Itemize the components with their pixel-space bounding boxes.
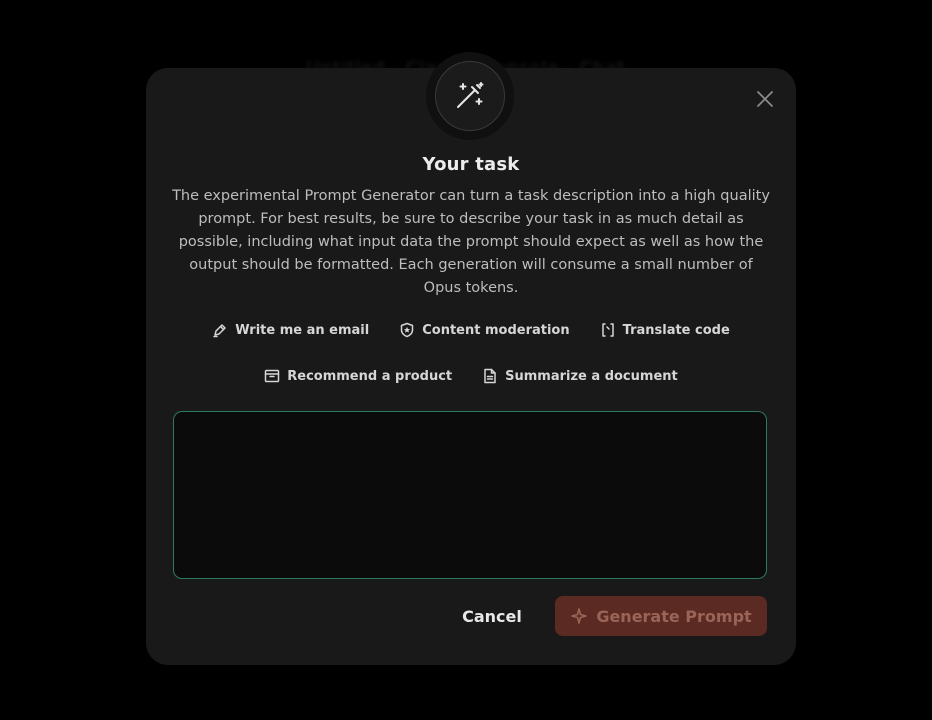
code-brackets-icon [601, 323, 614, 337]
example-chip-write-email[interactable]: Write me an email [212, 322, 369, 338]
prompt-generator-dialog: Your task The experimental Prompt Genera… [146, 52, 796, 665]
example-chip-label: Write me an email [235, 322, 370, 338]
generate-prompt-button[interactable]: Generate Prompt [555, 596, 767, 636]
example-chip-label: Translate code [622, 322, 730, 338]
shield-icon [400, 322, 414, 338]
example-chip-label: Recommend a product [287, 368, 453, 384]
dialog-badge [426, 52, 514, 140]
task-description-input[interactable] [173, 411, 767, 579]
example-chips-row-2: Recommend a product Summarize a document [146, 368, 796, 384]
example-chip-translate-code[interactable]: Translate code [600, 322, 730, 338]
pen-icon [213, 324, 226, 338]
example-chip-label: Content moderation [422, 322, 570, 338]
close-button[interactable] [752, 86, 778, 112]
generate-prompt-label: Generate Prompt [596, 606, 752, 626]
example-chip-label: Summarize a document [505, 368, 678, 384]
dialog-description: The experimental Prompt Generator can tu… [172, 188, 770, 296]
sparkle-icon [571, 608, 588, 624]
example-chip-summarize-document[interactable]: Summarize a document [482, 368, 678, 384]
example-chips-row-1: Write me an email Content moderation Tra… [146, 322, 796, 338]
example-chip-content-moderation[interactable]: Content moderation [399, 322, 570, 338]
close-icon [757, 91, 773, 107]
box-icon [265, 369, 280, 383]
example-chip-recommend-product[interactable]: Recommend a product [264, 368, 452, 384]
cancel-button[interactable]: Cancel [442, 596, 542, 636]
magic-wand-icon [457, 82, 484, 108]
screen: Untitled · Claude Console · Chat Your ta… [0, 0, 932, 720]
dialog-title: Your task [422, 154, 520, 175]
document-icon [484, 368, 496, 384]
